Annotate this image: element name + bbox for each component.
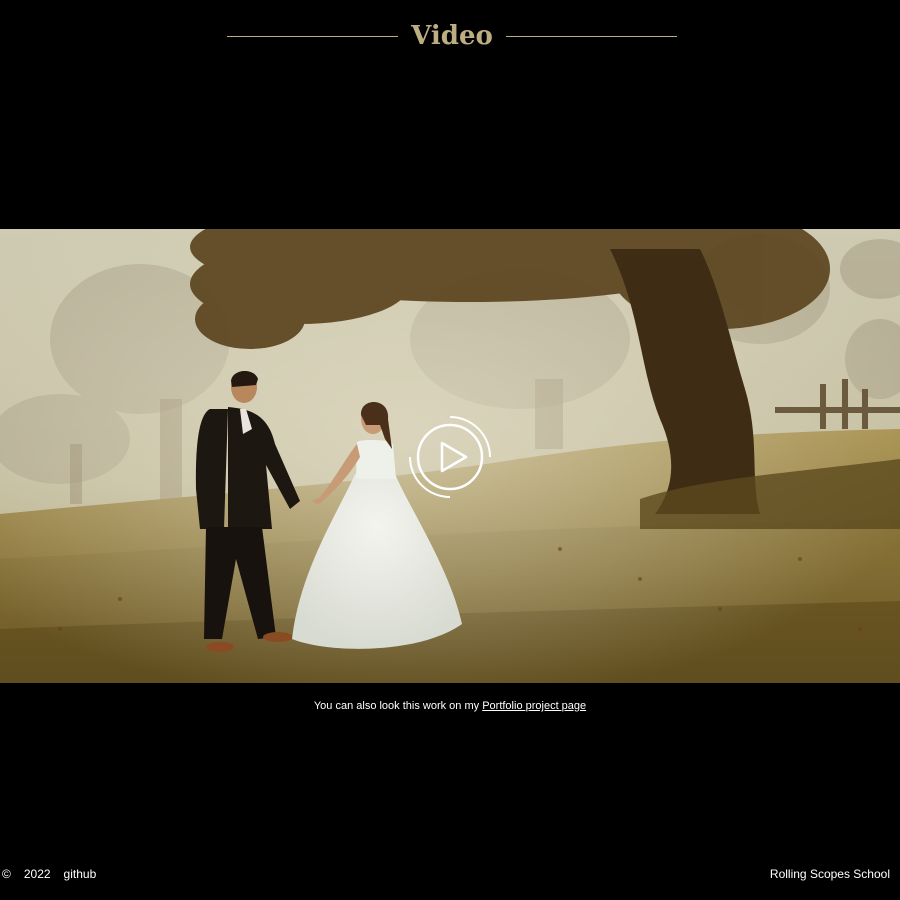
portfolio-project-link[interactable]: Portfolio project page	[482, 700, 586, 712]
copyright-symbol: ©	[2, 867, 11, 881]
footer-year: 2022	[23, 867, 51, 881]
play-icon	[409, 416, 491, 498]
footer-left: © 2022 github	[2, 866, 96, 882]
section-title: Video	[411, 21, 493, 51]
caption-text: You can also look this work on my	[313, 700, 483, 712]
play-button[interactable]	[408, 415, 492, 499]
footer: © 2022 github Rolling Scopes School	[0, 866, 900, 882]
github-link[interactable]: github	[64, 866, 97, 882]
video-caption: You can also look this work on my Portfo…	[0, 699, 900, 713]
title-line-left	[227, 35, 399, 37]
title-line-right	[505, 35, 677, 37]
video-player[interactable]	[0, 229, 900, 683]
page: Video You can also look this work on my …	[0, 0, 900, 900]
section-header: Video	[227, 14, 677, 58]
rolling-scopes-school-link[interactable]: Rolling Scopes School	[770, 866, 890, 882]
